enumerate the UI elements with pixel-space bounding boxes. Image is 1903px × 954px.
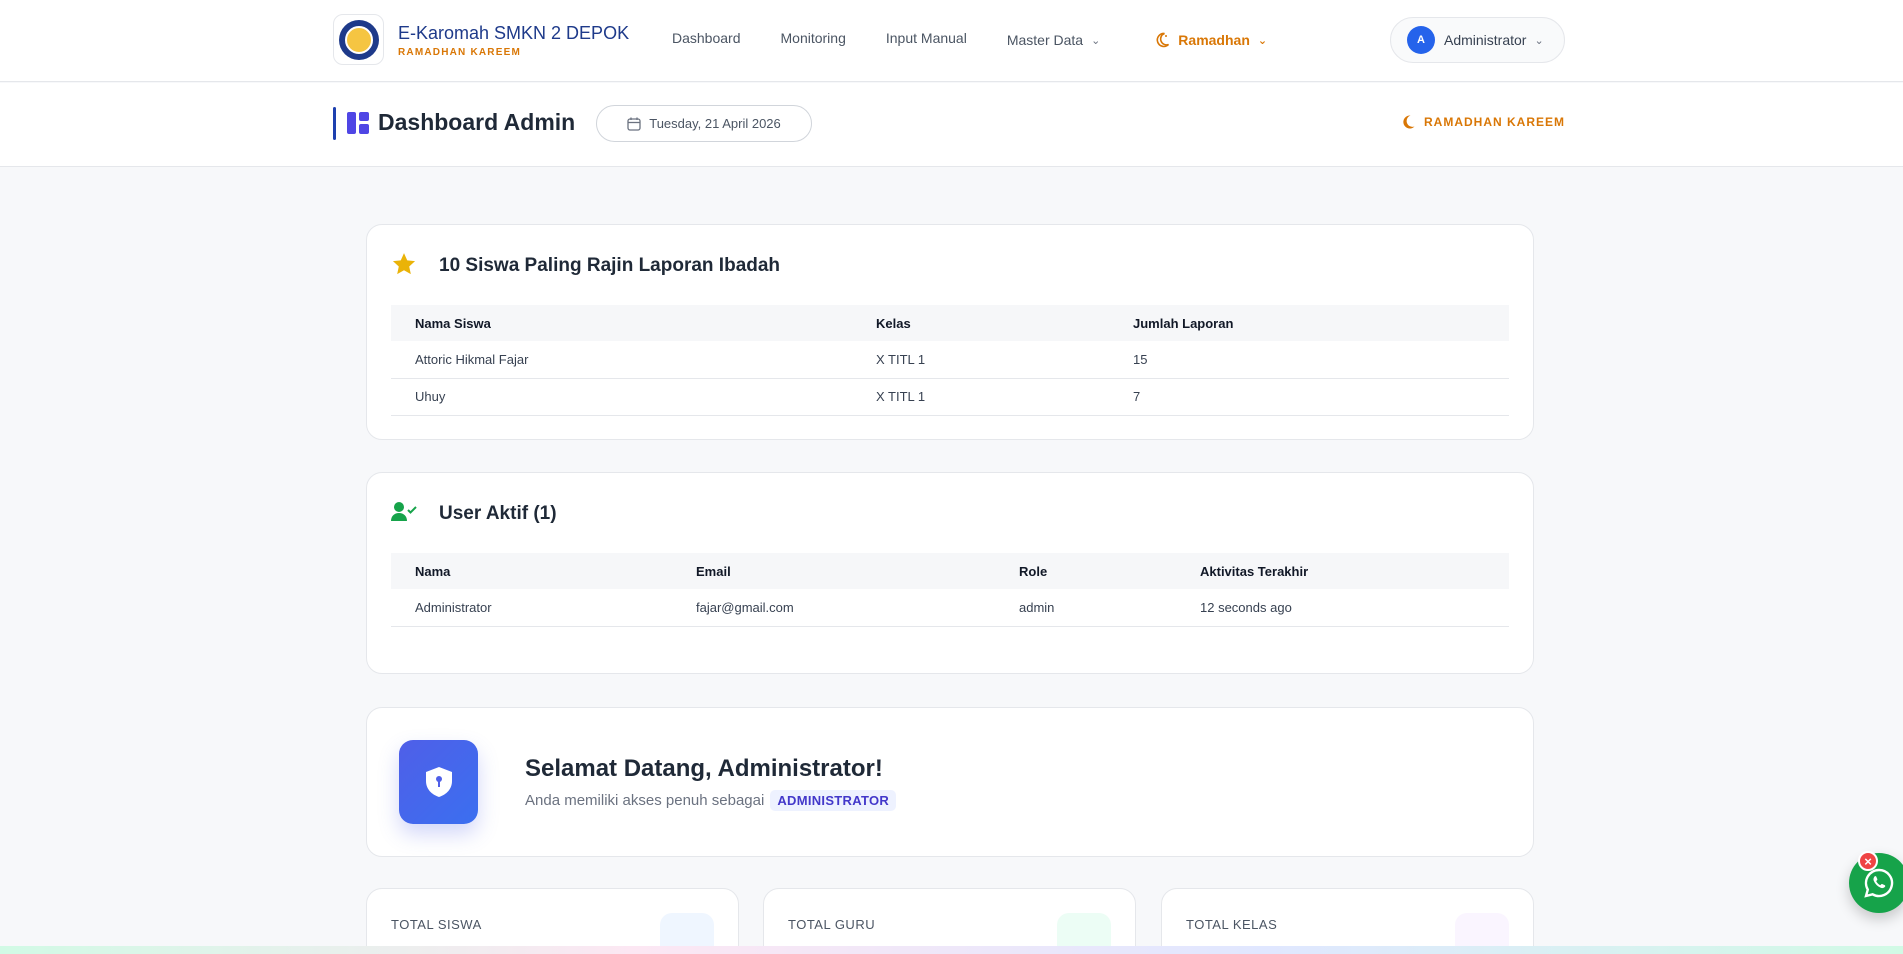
nav-dashboard[interactable]: Dashboard [672, 30, 741, 46]
date-text: Tuesday, 21 April 2026 [649, 116, 781, 131]
title-accent-bar [333, 107, 336, 140]
brand-subtitle: RAMADHAN KAREEM [398, 46, 521, 58]
column-header: Kelas [852, 305, 1109, 341]
moon-icon [1403, 115, 1415, 129]
student-class: X TITL 1 [852, 341, 1109, 379]
stat-card-total-kelas: TOTAL KELAS [1161, 888, 1534, 954]
stat-label: TOTAL SISWA [391, 917, 482, 932]
nav-master-data[interactable]: Master Data ⌄ [1007, 32, 1100, 48]
table-row: Attoric Hikmal Fajar X TITL 1 15 [391, 341, 1509, 379]
table-row: Administrator fajar@gmail.com admin 12 s… [391, 589, 1509, 627]
welcome-card: Selamat Datang, Administrator! Anda memi… [366, 707, 1534, 857]
page-title: Dashboard Admin [378, 109, 576, 135]
report-count: 15 [1109, 341, 1509, 379]
chevron-down-icon: ⌄ [1091, 34, 1101, 47]
stat-label: TOTAL KELAS [1186, 917, 1278, 932]
moon-icon [1156, 32, 1170, 48]
user-name-cell: Administrator [391, 589, 672, 627]
table-header-row: Nama Siswa Kelas Jumlah Laporan [391, 305, 1509, 341]
calendar-icon [627, 117, 641, 131]
top-students-title: 10 Siswa Paling Rajin Laporan Ibadah [439, 255, 781, 276]
nav-master-data-label: Master Data [1006, 32, 1084, 48]
avatar: A [1407, 26, 1435, 54]
welcome-title: Selamat Datang, Administrator! [525, 755, 883, 782]
page-header: Dashboard Admin Tuesday, 21 April 2026 R… [0, 83, 1903, 167]
dashboard-icon [347, 112, 369, 134]
welcome-subtitle: Anda memiliki akses penuh sebagai ADMINI… [525, 790, 897, 811]
brand[interactable]: E-Karomah SMKN 2 DEPOK RAMADHAN KAREEM [333, 14, 629, 65]
active-users-table: Nama Email Role Aktivitas Terakhir Admin… [391, 553, 1509, 627]
column-header: Email [672, 553, 995, 589]
whatsapp-icon [1864, 868, 1894, 898]
school-logo [333, 14, 384, 65]
star-icon [392, 253, 416, 275]
student-name: Uhuy [391, 378, 852, 416]
column-header: Nama [391, 553, 672, 589]
ramadhan-badge-label: RAMADHAN KAREEM [1424, 115, 1565, 129]
nav-ramadhan-label: Ramadhan [1178, 32, 1250, 48]
nav-monitoring[interactable]: Monitoring [781, 30, 846, 46]
shield-badge [399, 740, 478, 824]
date-display: Tuesday, 21 April 2026 [596, 105, 812, 142]
chevron-down-icon: ⌄ [1257, 34, 1268, 47]
student-class: X TITL 1 [852, 378, 1109, 416]
stat-card-total-guru: TOTAL GURU [763, 888, 1136, 954]
table-header-row: Nama Email Role Aktivitas Terakhir [391, 553, 1509, 589]
shield-icon [425, 767, 452, 797]
user-activity-cell: 12 seconds ago [1176, 589, 1509, 627]
user-name: Administrator [1444, 32, 1527, 48]
close-icon[interactable]: × [1858, 851, 1878, 871]
column-header: Aktivitas Terakhir [1176, 553, 1509, 589]
role-badge: ADMINISTRATOR [770, 790, 897, 811]
welcome-subtitle-text: Anda memiliki akses penuh sebagai [525, 792, 765, 809]
table-row: Uhuy X TITL 1 7 [391, 378, 1509, 416]
column-header: Nama Siswa [391, 305, 852, 341]
nav-ramadhan[interactable]: Ramadhan ⌄ [1154, 32, 1267, 48]
brand-title: E-Karomah SMKN 2 DEPOK [398, 22, 630, 43]
chevron-down-icon: ⌄ [1534, 34, 1544, 47]
bottom-strip [0, 946, 1903, 954]
ramadhan-badge: RAMADHAN KAREEM [1400, 114, 1565, 130]
user-email-cell: fajar@gmail.com [672, 589, 995, 627]
top-students-card: 10 Siswa Paling Rajin Laporan Ibadah Nam… [366, 224, 1534, 440]
top-navbar: E-Karomah SMKN 2 DEPOK RAMADHAN KAREEM D… [0, 0, 1903, 82]
nav-input-manual[interactable]: Input Manual [886, 30, 967, 46]
user-check-icon [391, 502, 417, 521]
stat-label: TOTAL GURU [788, 917, 876, 932]
active-users-card: User Aktif (1) Nama Email Role Aktivitas… [366, 472, 1534, 674]
column-header: Role [995, 553, 1176, 589]
main-nav: Dashboard Monitoring Input Manual Master… [672, 0, 1307, 80]
top-students-table: Nama Siswa Kelas Jumlah Laporan Attoric … [391, 305, 1509, 416]
user-menu[interactable]: A Administrator ⌄ [1390, 17, 1565, 63]
stat-card-total-siswa: TOTAL SISWA [366, 888, 739, 954]
active-users-title: User Aktif (1) [439, 503, 557, 524]
report-count: 7 [1109, 378, 1509, 416]
student-name: Attoric Hikmal Fajar [391, 341, 852, 379]
column-header: Jumlah Laporan [1109, 305, 1509, 341]
user-role-cell: admin [995, 589, 1176, 627]
